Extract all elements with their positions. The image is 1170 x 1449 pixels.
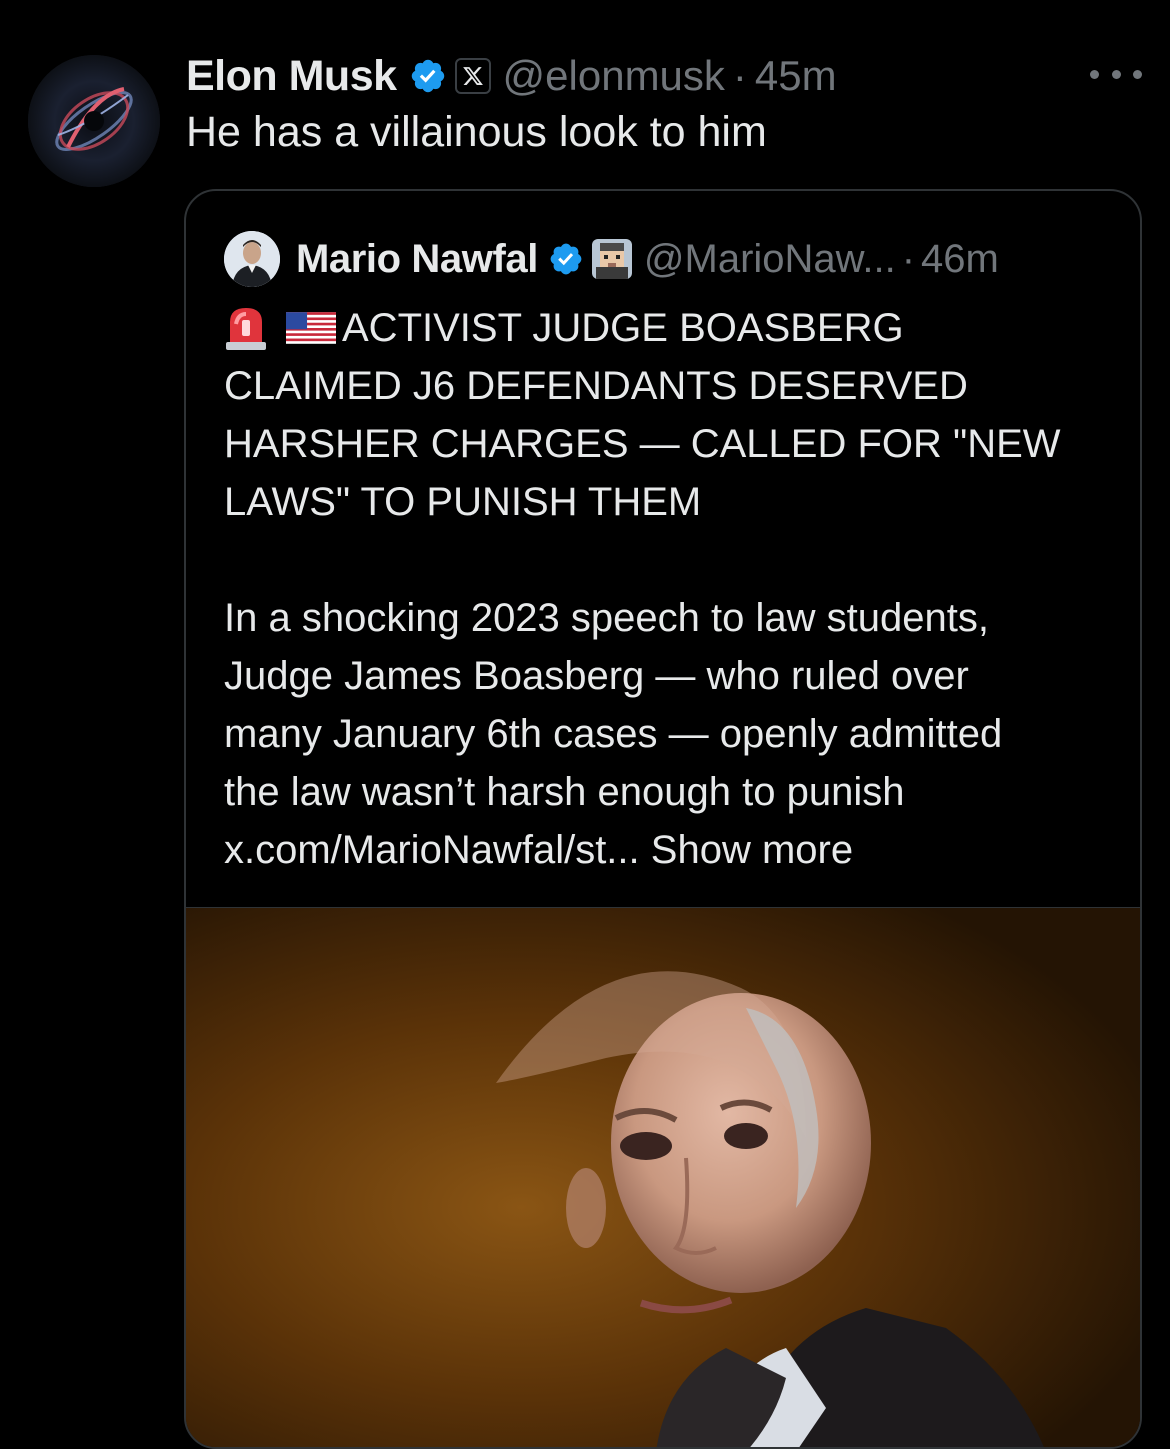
galaxy-avatar-icon [28,55,160,187]
author-handle[interactable]: @elonmusk [503,52,725,100]
more-options-button[interactable] [1090,62,1142,86]
truncated-link[interactable]: x.com/MarioNawfal/st... [224,828,640,872]
quoted-author-handle[interactable]: @MarioNaw... [644,237,896,282]
headline-text: ACTIVIST JUDGE BOASBERG [342,306,904,350]
quoted-author-display-name[interactable]: Mario Nawfal [296,237,538,282]
siren-emoji-icon [226,308,266,350]
person-avatar-icon [224,231,280,287]
headline-line: CLAIMED J6 DEFENDANTS DESERVED [224,364,968,408]
body-line: Judge James Boasberg — who ruled over [224,654,969,698]
tweet-text: He has a villainous look to him [186,108,767,156]
headline-line: ACTIVIST JUDGE BOASBERG [224,299,1114,357]
separator-dot: · [901,236,916,281]
quoted-tweet-text: ACTIVIST JUDGE BOASBERG CLAIMED J6 DEFEN… [224,299,1114,879]
judge-portrait-image [186,908,1140,1447]
quoted-tweet-header: Mario Nawfal @MarioNaw... · 46m [224,229,999,289]
tweet-header: Elon Musk @elonmusk · 45m [186,50,837,102]
separator-dot: · [732,52,747,99]
headline-line: HARSHER CHARGES — CALLED FOR "NEW [224,422,1061,466]
body-line: the law wasn’t harsh enough to punish [224,770,905,814]
quoted-tweet-card[interactable]: Mario Nawfal @MarioNaw... · 46m ACTIVIST… [184,189,1142,1449]
author-display-name[interactable]: Elon Musk [186,52,397,101]
verified-badge-icon[interactable] [548,241,584,277]
quoted-tweet-photo[interactable] [186,907,1140,1447]
verified-badge-icon[interactable] [409,57,447,95]
quoted-author-avatar[interactable] [224,231,280,287]
more-dots-icon [1090,69,1099,79]
us-flag-emoji-icon [286,312,336,344]
author-avatar[interactable] [28,55,160,187]
body-line: many January 6th cases — openly admitted [224,712,1003,756]
show-more-link[interactable]: Show more [651,828,853,872]
tweet-timestamp[interactable]: 45m [755,52,837,100]
pixel-avatar-icon[interactable] [591,239,632,279]
x-logo-icon[interactable] [454,58,491,94]
body-line: In a shocking 2023 speech to law student… [224,596,989,640]
quoted-tweet-timestamp[interactable]: 46m [921,237,999,282]
headline-line: LAWS" TO PUNISH THEM [224,480,702,524]
body-line-last: x.com/MarioNawfal/st... Show more [224,821,1114,879]
